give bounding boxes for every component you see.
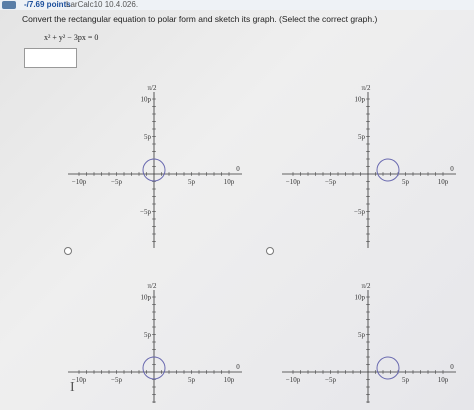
x-tick-label: 10p [438,178,449,186]
x-tick-label: 10p [438,376,449,384]
x-tick-label: −10p [72,178,87,186]
x-tick-label: 5p [188,178,196,186]
points-label: -/7.69 points [24,0,71,9]
y-tick-label: 5p [144,133,152,141]
y-tick-label: 10p [141,294,152,302]
x-tick-label: −5p [111,376,122,384]
text-cursor-icon: I [70,380,75,395]
label-pi-over-2: π/2 [148,282,157,290]
graph-option-c: π/2010p5p−10p −5p 5p 10p [68,282,242,403]
y-tick-label: 5p [144,331,152,339]
x-tick-label: −5p [111,178,122,186]
x-tick-label: 10p [224,376,235,384]
answer-input[interactable] [24,48,77,68]
x-tick-label: 10p [224,178,235,186]
label-zero: 0 [236,363,240,371]
label-zero: 0 [450,363,454,371]
label-pi-over-2: π/2 [362,84,371,92]
radio-option-b[interactable] [266,247,274,255]
header-bar: -/7.69 points LarCalc10 10.4.026. [0,0,474,10]
graph-circle [376,356,400,380]
y-tick-label: 5p [358,133,366,141]
x-tick-label: 5p [188,376,196,384]
y-tick-label: 10p [355,96,366,104]
question-equation: x² + y² − 3px = 0 [44,33,99,42]
x-tick-label: −5p [325,376,336,384]
label-zero: 0 [450,165,454,173]
y-tick-label: −5p [140,208,151,216]
y-tick-label: −5p [354,208,365,216]
graph-option-a: π/2010p5p−5p−10p −5p 5p 10p [68,84,242,248]
x-tick-label: −10p [286,376,301,384]
graph-option-b: π/2010p5p−5p−10p −5p 5p 10p [282,84,456,248]
radio-option-a[interactable] [64,247,72,255]
label-pi-over-2: π/2 [362,282,371,290]
x-tick-label: −5p [325,178,336,186]
graph-option-d: π/2010p5p−10p −5p 5p 10p [282,282,456,403]
y-tick-label: 10p [355,294,366,302]
expand-icon[interactable] [2,1,16,9]
x-tick-label: 5p [402,376,410,384]
y-tick-label: 5p [358,331,366,339]
problem-reference: LarCalc10 10.4.026. [66,0,139,9]
x-tick-label: −10p [286,178,301,186]
graph-circle [376,158,400,182]
question-prompt: Convert the rectangular equation to pola… [22,14,378,24]
label-zero: 0 [236,165,240,173]
y-tick-label: 10p [141,96,152,104]
label-pi-over-2: π/2 [148,84,157,92]
x-tick-label: 5p [402,178,410,186]
